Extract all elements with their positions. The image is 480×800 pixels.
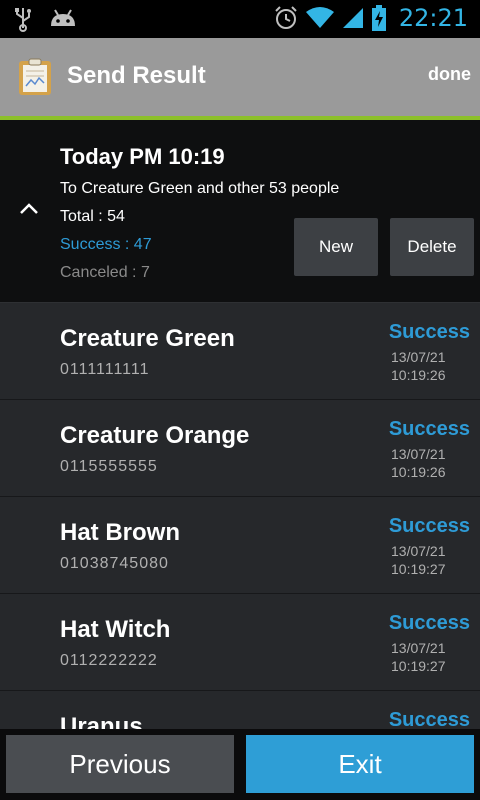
send-time: 10:19:26	[391, 367, 446, 383]
send-time: 10:19:27	[391, 658, 446, 674]
send-status: Success	[388, 515, 470, 537]
summary-canceled: Canceled : 7	[60, 264, 150, 281]
send-time: 10:19:27	[391, 561, 446, 577]
recipient-name: Hat Witch	[60, 616, 171, 643]
delete-button[interactable]: Delete	[390, 218, 474, 276]
clipboard-icon	[19, 58, 51, 95]
recipient-name: Creature Green	[60, 325, 235, 352]
recipient-name: Creature Orange	[60, 422, 250, 449]
send-date: 13/07/21	[391, 446, 446, 462]
previous-button[interactable]: Previous	[6, 735, 234, 793]
bottom-button-bar: Previous Exit	[0, 729, 480, 800]
send-summary: Today PM 10:19 To Creature Green and oth…	[0, 120, 480, 303]
summary-title: Today PM 10:19	[60, 144, 225, 169]
list-item[interactable]: Hat Witch 0112222222 Success 13/07/21 10…	[0, 594, 480, 691]
page-title: Send Result	[67, 62, 206, 89]
recipient-number: 0112222222	[60, 652, 158, 669]
exit-button[interactable]: Exit	[246, 735, 474, 793]
send-time: 10:19:26	[391, 464, 446, 480]
send-status: Success	[388, 709, 470, 729]
new-button[interactable]: New	[294, 218, 378, 276]
battery-charging-icon	[371, 5, 386, 31]
recipient-number: 01038745080	[60, 555, 169, 572]
list-item[interactable]: Creature Orange 0115555555 Success 13/07…	[0, 400, 480, 497]
recipient-number: 0111111111	[60, 361, 150, 378]
summary-success: Success : 47	[60, 236, 152, 253]
recipient-number: 0115555555	[60, 458, 158, 475]
alarm-icon	[275, 6, 297, 29]
usb-icon	[15, 8, 31, 32]
wifi-icon	[305, 7, 334, 28]
android-icon	[51, 9, 75, 26]
list-item[interactable]: Uranus Success	[0, 691, 480, 729]
summary-recipients: To Creature Green and other 53 people	[60, 180, 340, 197]
send-date: 13/07/21	[391, 640, 446, 656]
send-status: Success	[388, 418, 470, 440]
chevron-up-icon[interactable]	[18, 202, 40, 216]
send-status: Success	[388, 612, 470, 634]
action-bar: Send Result done	[0, 38, 480, 116]
list-item[interactable]: Creature Green 0111111111 Success 13/07/…	[0, 303, 480, 400]
screen: 22:21 Send Result done Today PM 10:19 To…	[0, 0, 480, 800]
send-status: Success	[388, 321, 470, 343]
recipient-name: Hat Brown	[60, 519, 180, 546]
clock: 22:21	[398, 4, 468, 32]
signal-icon	[342, 8, 363, 28]
result-list[interactable]: Creature Green 0111111111 Success 13/07/…	[0, 303, 480, 729]
list-item[interactable]: Hat Brown 01038745080 Success 13/07/21 1…	[0, 497, 480, 594]
summary-total: Total : 54	[60, 208, 125, 225]
recipient-name: Uranus	[60, 713, 143, 729]
status-bar: 22:21	[0, 0, 480, 38]
done-button[interactable]: done	[428, 64, 471, 85]
send-date: 13/07/21	[391, 543, 446, 559]
send-date: 13/07/21	[391, 349, 446, 365]
